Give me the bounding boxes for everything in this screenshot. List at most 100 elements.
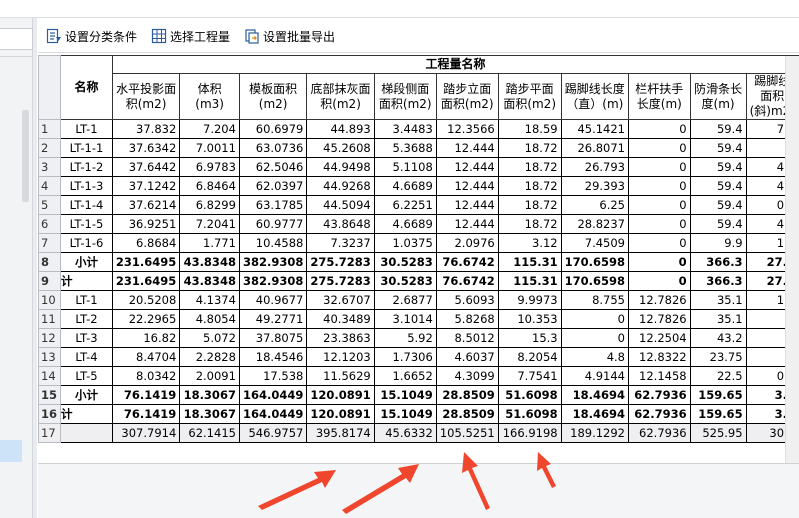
- value-cell[interactable]: 12.8322: [628, 347, 691, 367]
- value-cell[interactable]: 166.9198: [497, 423, 562, 443]
- value-cell[interactable]: 59.4: [689, 176, 747, 196]
- value-cell[interactable]: 9.9973: [497, 290, 562, 310]
- value-cell[interactable]: 16.82: [111, 328, 181, 348]
- value-cell[interactable]: 18.72: [497, 214, 562, 234]
- row-number[interactable]: 16: [38, 404, 62, 424]
- value-cell[interactable]: 22.2965: [111, 309, 181, 329]
- value-cell[interactable]: 115.31: [497, 252, 562, 272]
- value-cell[interactable]: 18.72: [497, 195, 562, 215]
- value-cell[interactable]: 44.5094: [306, 195, 375, 215]
- value-cell[interactable]: 37.1242: [111, 176, 181, 196]
- name-cell[interactable]: LT-1: [60, 290, 113, 310]
- value-cell[interactable]: 231.6495: [111, 252, 181, 272]
- value-cell[interactable]: 15.3: [497, 328, 562, 348]
- value-cell[interactable]: 18.72: [497, 157, 562, 177]
- value-cell[interactable]: 62.5046: [238, 157, 308, 177]
- value-cell[interactable]: 382.9308: [238, 252, 308, 272]
- row-number[interactable]: 14: [38, 366, 62, 386]
- table-row[interactable]: 6 LT-1-5 36.9251 7.2041 60.9777 43.8648 4.6689…: [38, 214, 799, 234]
- value-cell[interactable]: 231.6495: [111, 271, 181, 291]
- value-cell[interactable]: 6.8684: [111, 233, 181, 253]
- value-cell[interactable]: 40.3489: [306, 309, 375, 329]
- value-cell[interactable]: 5.1108: [373, 157, 437, 177]
- table-row[interactable]: 5 LT-1-4 37.6214 6.8299 63.1785 44.5094 6.2251…: [38, 195, 799, 215]
- value-cell[interactable]: 15.1049: [373, 385, 437, 405]
- value-cell[interactable]: 60.6979: [238, 119, 308, 139]
- value-cell[interactable]: 395.8174: [306, 423, 375, 443]
- name-cell[interactable]: 计: [60, 404, 113, 424]
- name-cell[interactable]: LT-4: [60, 347, 113, 367]
- table-row[interactable]: 3 LT-1-2 37.6442 6.9783 62.5046 44.9498 5.1108…: [38, 157, 799, 177]
- value-cell[interactable]: 59.4: [689, 195, 747, 215]
- column-header[interactable]: 模板面积(m2): [238, 73, 308, 120]
- value-cell[interactable]: 37.6442: [111, 157, 181, 177]
- value-cell[interactable]: 5.6093: [435, 290, 499, 310]
- value-cell[interactable]: 2.2828: [179, 347, 240, 367]
- value-cell[interactable]: 164.0449: [238, 404, 308, 424]
- value-cell[interactable]: 164.0449: [238, 385, 308, 405]
- table-row[interactable]: 14 LT-5 8.0342 2.0091 17.538 11.5629 1.6652 4.3…: [38, 366, 799, 386]
- value-cell[interactable]: 9.9: [689, 233, 747, 253]
- value-cell[interactable]: 63.0736: [238, 138, 308, 158]
- value-cell[interactable]: 43.2: [689, 328, 747, 348]
- row-number[interactable]: 2: [38, 138, 62, 158]
- column-header[interactable]: 踏步平面面积(m2): [497, 73, 562, 120]
- value-cell[interactable]: 49.2771: [238, 309, 308, 329]
- value-cell[interactable]: 45.2608: [306, 138, 375, 158]
- value-cell[interactable]: 32.6707: [306, 290, 375, 310]
- value-cell[interactable]: 1.771: [179, 233, 240, 253]
- value-cell[interactable]: 37.6214: [111, 195, 181, 215]
- value-cell[interactable]: 10.353: [497, 309, 562, 329]
- value-cell[interactable]: 44.9268: [306, 176, 375, 196]
- table-row[interactable]: 17 307.7914 62.1415 546.9757 395.8174 45.6332…: [38, 423, 799, 443]
- value-cell[interactable]: 382.9308: [238, 271, 308, 291]
- value-cell[interactable]: 1.7306: [373, 347, 437, 367]
- name-cell[interactable]: LT-5: [60, 366, 113, 386]
- value-cell[interactable]: 5.92: [373, 328, 437, 348]
- value-cell[interactable]: 12.2504: [628, 328, 691, 348]
- grid-vertical-scrollbar[interactable]: [785, 56, 799, 463]
- value-cell[interactable]: 120.0891: [306, 404, 375, 424]
- value-cell[interactable]: 43.8348: [179, 252, 240, 272]
- value-cell[interactable]: 0: [628, 157, 691, 177]
- value-cell[interactable]: 43.8348: [179, 271, 240, 291]
- value-cell[interactable]: 26.793: [560, 157, 630, 177]
- value-cell[interactable]: 17.538: [238, 366, 308, 386]
- value-cell[interactable]: 10.4588: [238, 233, 308, 253]
- value-cell[interactable]: 63.1785: [238, 195, 308, 215]
- value-cell[interactable]: 6.8464: [179, 176, 240, 196]
- value-cell[interactable]: 5.8268: [435, 309, 499, 329]
- value-cell[interactable]: 45.6332: [373, 423, 437, 443]
- value-cell[interactable]: 12.444: [435, 176, 499, 196]
- value-cell[interactable]: 4.1374: [179, 290, 240, 310]
- column-header[interactable]: 防滑条长度(m): [689, 73, 747, 120]
- value-cell[interactable]: 1.6652: [373, 366, 437, 386]
- name-cell[interactable]: LT-1-3: [60, 176, 113, 196]
- name-cell[interactable]: LT-1-4: [60, 195, 113, 215]
- table-row[interactable]: 13 LT-4 8.4704 2.2828 18.4546 12.1203 1.7306 4.…: [38, 347, 799, 367]
- value-cell[interactable]: 4.3099: [435, 366, 499, 386]
- value-cell[interactable]: 51.6098: [497, 385, 562, 405]
- value-cell[interactable]: 7.7541: [497, 366, 562, 386]
- value-cell[interactable]: 18.4694: [560, 385, 630, 405]
- value-cell[interactable]: 2.6877: [373, 290, 437, 310]
- name-cell[interactable]: LT-1-6: [60, 233, 113, 253]
- value-cell[interactable]: 12.444: [435, 195, 499, 215]
- value-cell[interactable]: 8.2054: [497, 347, 562, 367]
- value-cell[interactable]: 3.12: [497, 233, 562, 253]
- table-row[interactable]: 12 LT-3 16.82 5.072 37.8075 23.3863 5.92 8.5012…: [38, 328, 799, 348]
- value-cell[interactable]: 4.6689: [373, 214, 437, 234]
- value-cell[interactable]: 4.6689: [373, 176, 437, 196]
- column-header[interactable]: 踏步立面面积(m2): [435, 73, 499, 120]
- value-cell[interactable]: 0: [628, 252, 691, 272]
- row-number[interactable]: 4: [38, 176, 62, 196]
- table-row[interactable]: 11 LT-2 22.2965 4.8054 49.2771 40.3489 3.1014 5…: [38, 309, 799, 329]
- value-cell[interactable]: 12.3566: [435, 119, 499, 139]
- name-cell[interactable]: 小计: [60, 385, 113, 405]
- value-cell[interactable]: 7.204: [179, 119, 240, 139]
- value-cell[interactable]: 20.5208: [111, 290, 181, 310]
- value-cell[interactable]: 12.444: [435, 138, 499, 158]
- row-number[interactable]: 13: [38, 347, 62, 367]
- value-cell[interactable]: 59.4: [689, 119, 747, 139]
- value-cell[interactable]: 105.5251: [435, 423, 499, 443]
